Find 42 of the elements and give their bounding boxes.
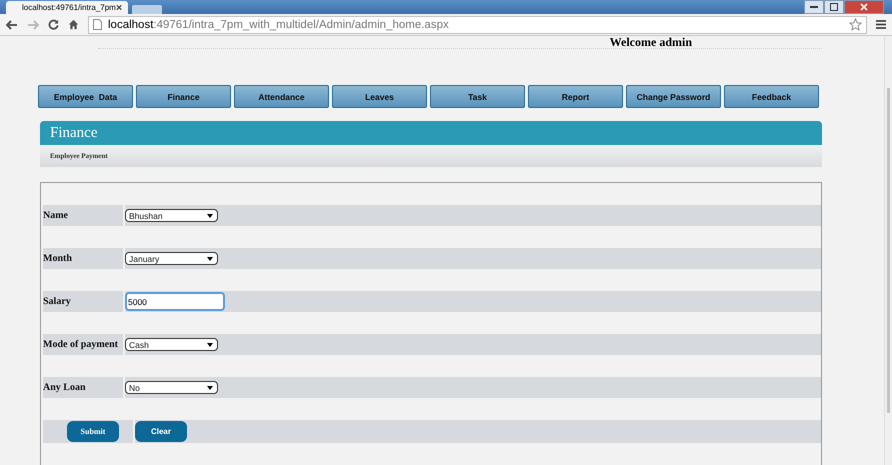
nav-button[interactable]: Employee Data — [38, 85, 133, 108]
close-button[interactable] — [844, 0, 884, 14]
address-bar[interactable]: localhost:49761/intra_7pm_with_multidel/Admin/admin_home.aspx — [88, 16, 867, 34]
nav-button[interactable]: Task — [430, 85, 525, 108]
restore-icon — [830, 3, 838, 11]
nav-button[interactable]: Attendance — [234, 85, 329, 108]
minimize-button[interactable] — [804, 0, 824, 14]
input-field[interactable]: 5000 — [125, 292, 225, 311]
dropdown[interactable]: Bhushan — [125, 209, 218, 222]
home-icon[interactable] — [68, 19, 79, 30]
dropdown[interactable]: January — [125, 252, 218, 265]
restore-button[interactable] — [824, 0, 844, 14]
menu-icon[interactable] — [876, 20, 886, 29]
field-label: Salary — [43, 291, 123, 312]
field-label: Name — [43, 205, 123, 226]
close-icon — [860, 3, 868, 11]
page-icon — [93, 19, 102, 30]
dropdown[interactable]: No — [125, 381, 218, 394]
minimize-icon — [810, 6, 818, 8]
caret-icon — [207, 256, 213, 260]
close-icon[interactable] — [116, 4, 122, 11]
panel-header: Finance — [40, 121, 822, 145]
field-label: Mode of payment — [43, 334, 123, 355]
nav-button[interactable]: Finance — [136, 85, 231, 108]
caret-icon — [207, 386, 213, 390]
browser-tab[interactable]: localhost:49761/intra_7pm — [6, 1, 128, 14]
reload-icon[interactable] — [48, 19, 59, 30]
submit-button[interactable]: Submit — [67, 421, 119, 442]
caret-icon — [207, 214, 213, 218]
nav-button[interactable]: Feedback — [724, 85, 819, 108]
field-label: Any Loan — [43, 377, 123, 398]
field-label: Month — [43, 248, 123, 269]
back-icon[interactable] — [6, 20, 18, 30]
nav-button[interactable]: Report — [528, 85, 623, 108]
dropdown[interactable]: Cash — [125, 338, 218, 351]
welcome-text: Welcome admin — [98, 36, 822, 49]
nav-button[interactable]: Leaves — [332, 85, 427, 108]
scrollbar[interactable] — [884, 36, 892, 465]
nav-button[interactable]: Change Password — [626, 85, 721, 108]
clear-button[interactable]: Clear — [135, 421, 187, 442]
caret-icon — [207, 342, 213, 346]
star-icon[interactable] — [849, 18, 862, 31]
